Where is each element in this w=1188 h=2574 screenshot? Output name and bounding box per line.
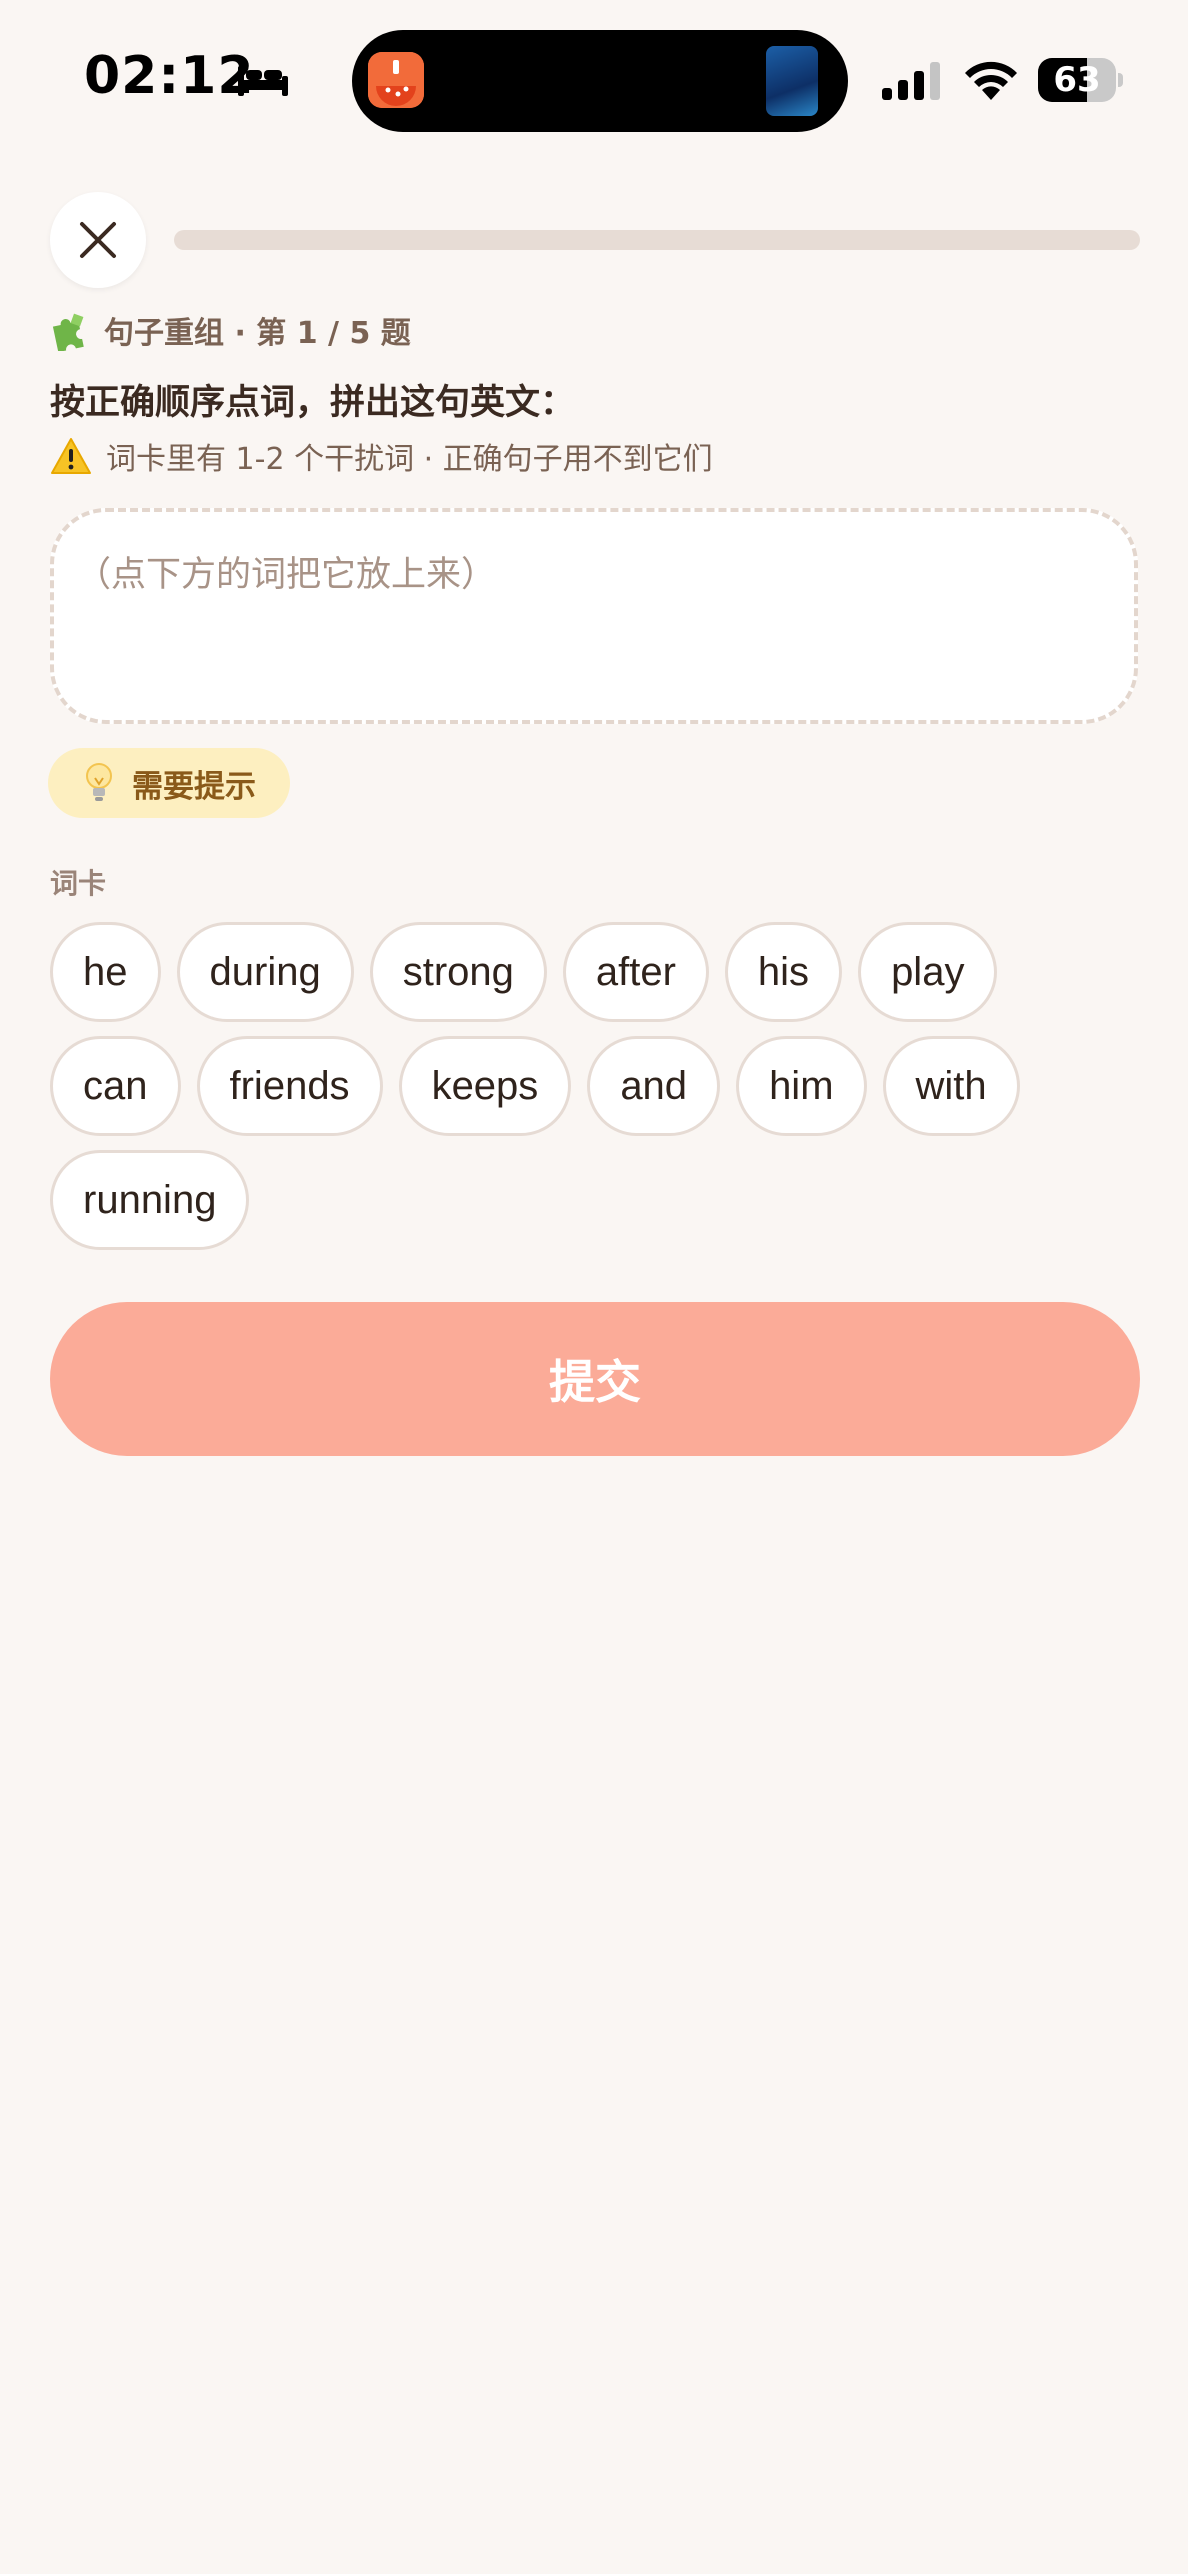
submit-button[interactable]: 提交 [50, 1302, 1140, 1456]
warning-text: 词卡里有 1-2 个干扰词 · 正确句子用不到它们 [106, 442, 713, 477]
cellular-signal-icon [882, 62, 940, 100]
submit-label: 提交 [549, 1355, 641, 1409]
status-time: 02:12 [84, 46, 255, 106]
hint-button[interactable]: 需要提示 [48, 748, 290, 818]
word-bank-row: he during strong after his play [50, 922, 1013, 1022]
hint-label: 需要提示 [132, 768, 256, 805]
word-chip[interactable]: and [587, 1036, 721, 1136]
lightbulb-icon [86, 763, 112, 801]
answer-placeholder: （点下方的词把它放上来） [76, 555, 497, 595]
word-chip[interactable]: friends [196, 1036, 383, 1136]
word-chip[interactable]: his [724, 922, 843, 1022]
word-bank-row: running [50, 1150, 265, 1250]
status-bar: 02:12 63 [0, 0, 1188, 150]
answer-drop-zone[interactable]: （点下方的词把它放上来） [50, 508, 1138, 724]
battery-indicator: 63 [1038, 58, 1124, 102]
puzzle-icon [52, 313, 84, 351]
close-icon [80, 222, 116, 258]
section-header: 句子重组 · 第 1 / 5 题 [50, 308, 411, 352]
battery-percent: 63 [1053, 60, 1101, 100]
word-chip[interactable]: with [882, 1036, 1020, 1136]
dynamic-island [352, 30, 848, 132]
word-chip[interactable]: during [176, 922, 354, 1022]
word-chip[interactable]: keeps [398, 1036, 572, 1136]
word-bank-row: can friends keeps and him with [50, 1036, 1036, 1136]
warning-icon [51, 438, 91, 474]
word-chip[interactable]: strong [369, 922, 547, 1022]
word-bank-label: 词卡 [50, 867, 107, 900]
word-chip[interactable]: he [50, 922, 161, 1022]
media-artwork [766, 46, 818, 116]
live-activity-app-icon [368, 52, 424, 108]
quiz-progress-bar [174, 230, 1140, 250]
wifi-icon [965, 61, 1017, 100]
sleep-focus-icon [238, 66, 288, 96]
question-instruction: 按正确顺序点词，拼出这句英文： [50, 383, 576, 423]
word-chip[interactable]: him [736, 1036, 867, 1136]
word-chip[interactable]: play [858, 922, 998, 1022]
word-chip[interactable]: after [562, 922, 709, 1022]
word-chip[interactable]: running [50, 1150, 250, 1250]
word-chip[interactable]: can [50, 1036, 181, 1136]
section-label: 句子重组 · 第 1 / 5 题 [104, 316, 411, 351]
close-button[interactable] [50, 192, 146, 288]
distractor-warning: 词卡里有 1-2 个干扰词 · 正确句子用不到它们 [50, 434, 713, 478]
